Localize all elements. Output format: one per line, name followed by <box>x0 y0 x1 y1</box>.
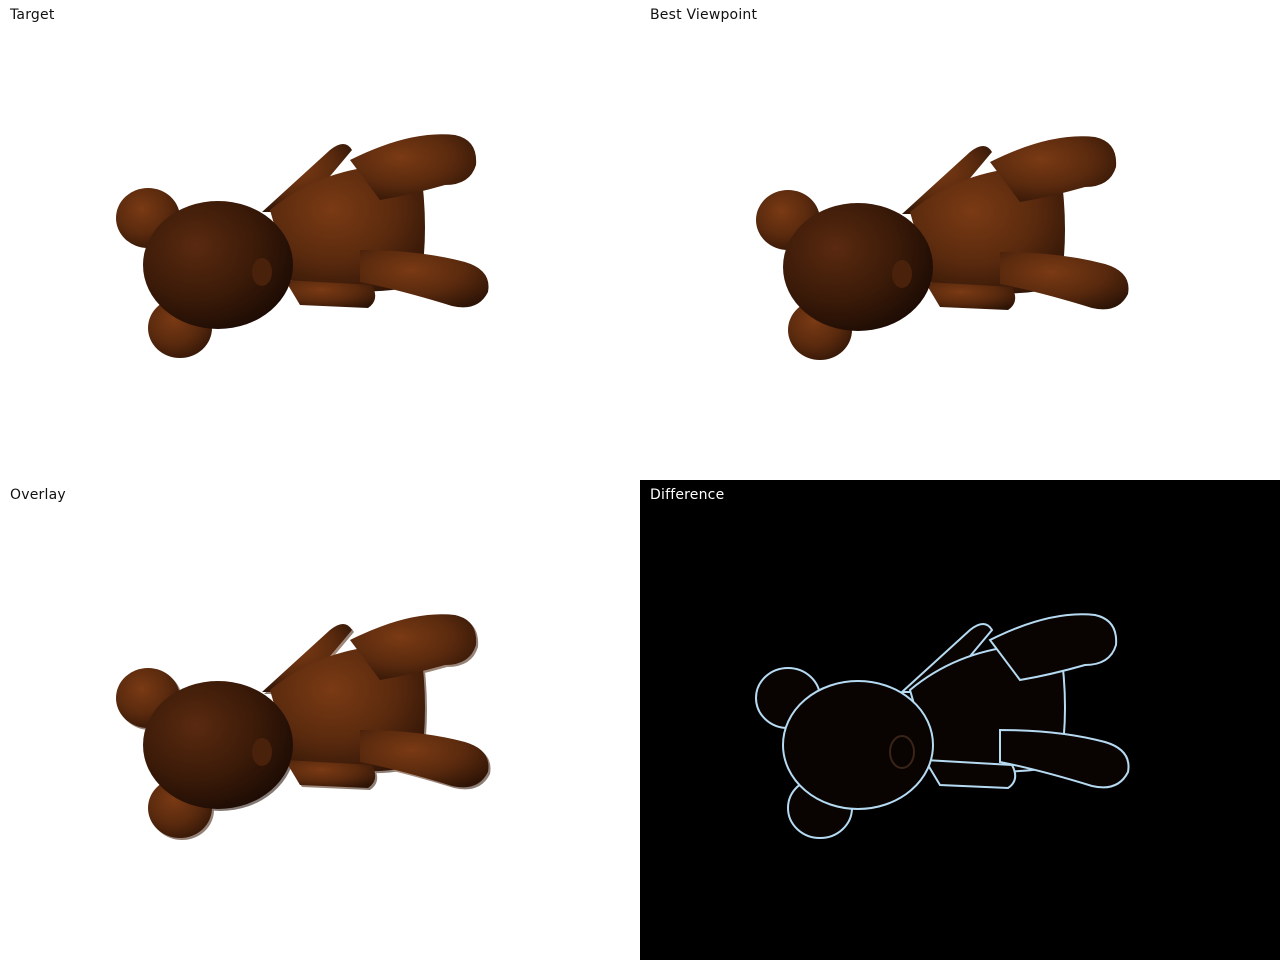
target-panel: Target <box>0 0 640 480</box>
best-viewpoint-panel: Best Viewpoint <box>640 0 1280 480</box>
overlay-panel: Overlay <box>0 480 640 960</box>
target-bear-image <box>116 134 489 358</box>
difference-panel: Difference <box>640 480 1280 960</box>
best-viewpoint-bear-image <box>756 136 1129 360</box>
comparison-grid: Target Best Viewpoint Overlay Difference <box>0 0 1280 960</box>
overlay-bear-image <box>116 614 491 840</box>
difference-edge-image <box>755 613 1130 839</box>
